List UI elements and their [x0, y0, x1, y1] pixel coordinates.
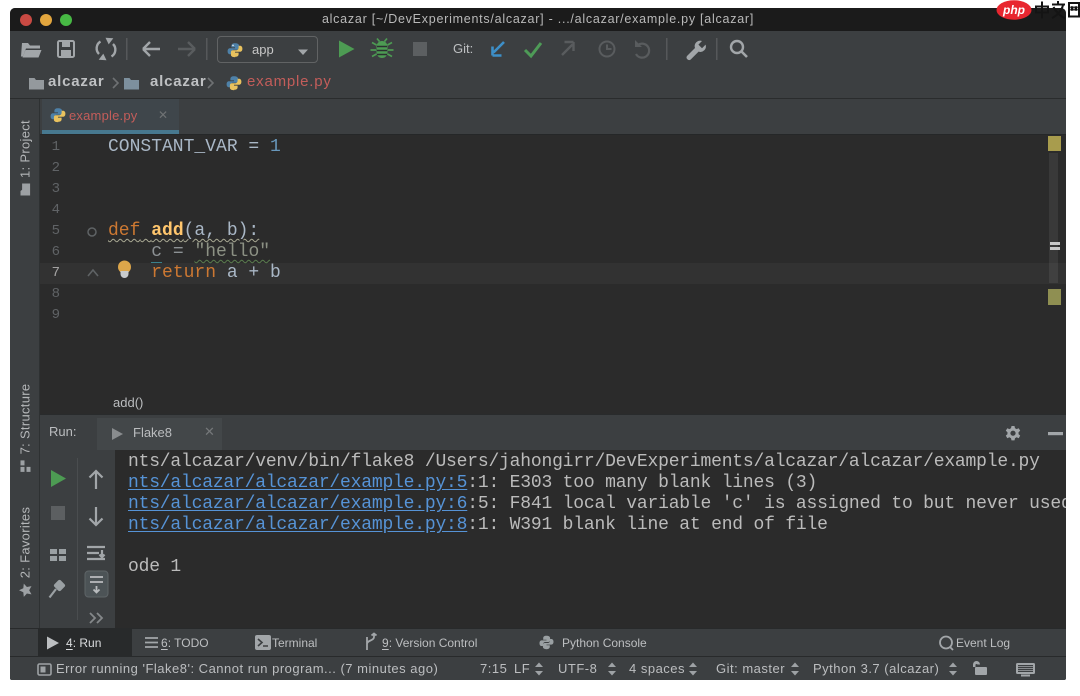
svg-text:php: php	[1002, 3, 1025, 17]
